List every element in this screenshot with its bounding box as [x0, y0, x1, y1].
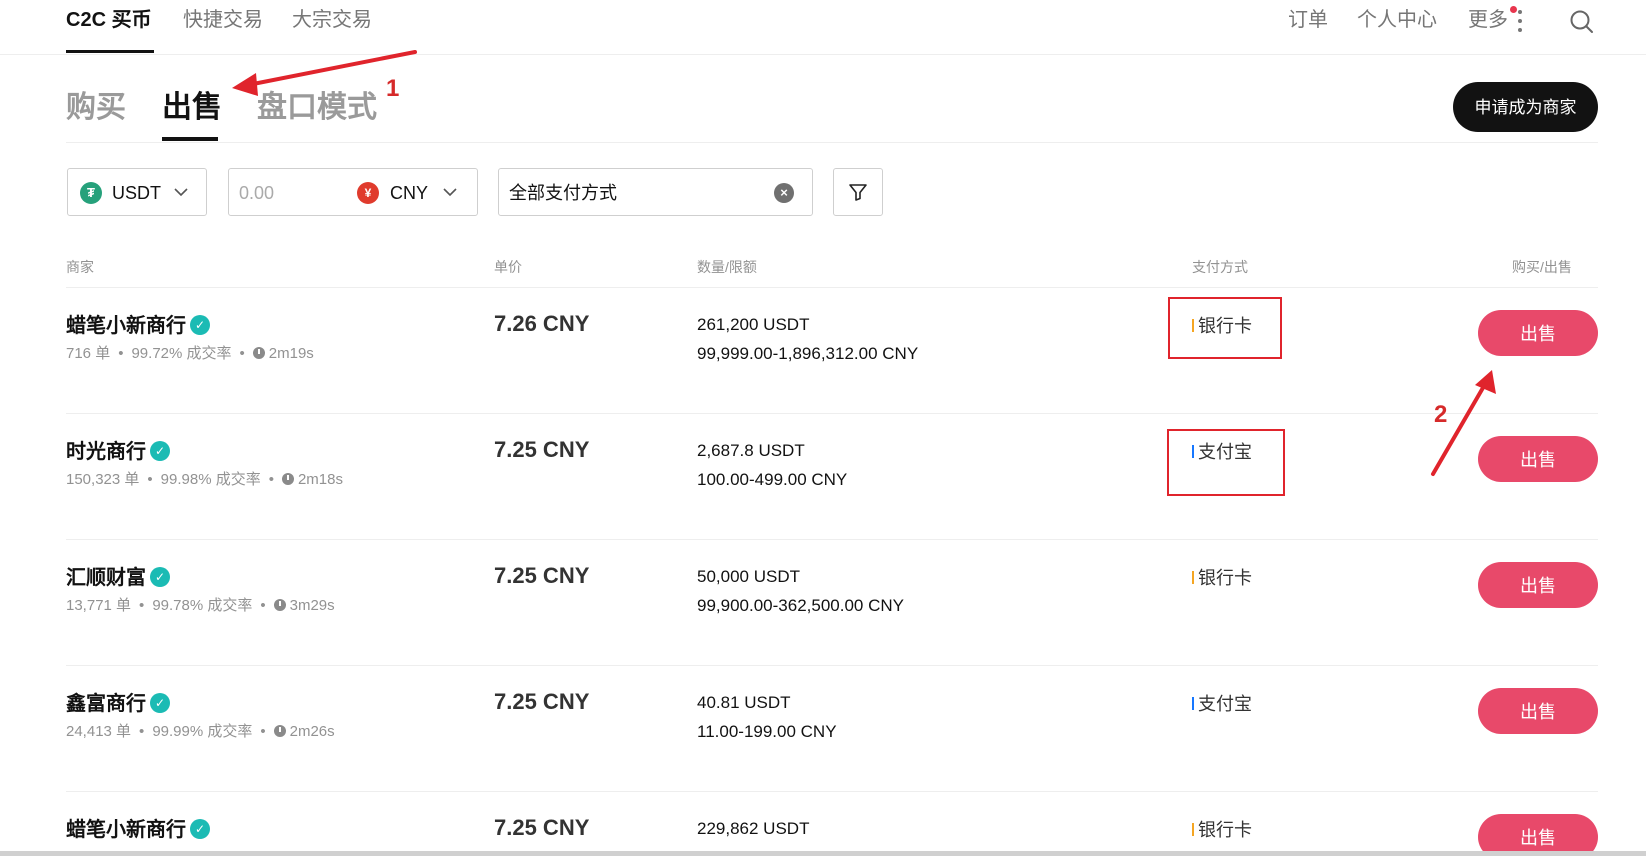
- filter-button[interactable]: [833, 168, 883, 216]
- merchant-name[interactable]: 汇顺财富: [66, 564, 170, 592]
- payment-method: 银行卡: [1192, 566, 1252, 590]
- sell-button[interactable]: 出售: [1478, 436, 1598, 482]
- clock-icon: [273, 725, 286, 737]
- nav-block-trade[interactable]: 大宗交易: [292, 8, 372, 32]
- fiat-select-value[interactable]: CNY: [390, 182, 428, 204]
- col-header-amount: 数量/限额: [697, 259, 757, 275]
- payment-method: 支付宝: [1192, 692, 1252, 716]
- nav-orders[interactable]: 订单: [1288, 8, 1328, 32]
- table-row: 蜡笔小新商行 7.25 CNY 229,862 USDT 银行卡 出售: [66, 791, 1598, 852]
- sell-button[interactable]: 出售: [1478, 814, 1598, 852]
- search-icon[interactable]: [1568, 8, 1596, 36]
- merchant-stats: 13,771 单 • 99.78% 成交率 • 3m29s: [66, 597, 335, 614]
- merchant-stats: 24,413 单 • 99.99% 成交率 • 2m26s: [66, 723, 335, 740]
- merchant-name[interactable]: 蜡笔小新商行: [66, 816, 210, 844]
- merchant-stats: 716 单 • 99.72% 成交率 • 2m19s: [66, 345, 314, 362]
- col-header-merchant: 商家: [66, 259, 94, 275]
- coin-select-value: USDT: [112, 183, 161, 203]
- unit-price: 7.25 CNY: [494, 437, 590, 462]
- verified-badge-icon: [190, 315, 210, 335]
- annotation-step-1: 1: [386, 75, 400, 102]
- payment-method-select[interactable]: 全部支付方式 ×: [498, 168, 813, 216]
- verified-badge-icon: [150, 567, 170, 587]
- merchant-name[interactable]: 时光商行: [66, 438, 170, 466]
- top-nav: C2C 买币 快捷交易 大宗交易 订单 个人中心 更多: [0, 0, 1646, 55]
- tab-active-underline: [162, 137, 218, 141]
- clock-icon: [281, 473, 294, 485]
- tab-buy[interactable]: 购买: [66, 90, 126, 126]
- nav-profile[interactable]: 个人中心: [1357, 8, 1437, 32]
- merchant-stats: 150,323 单 • 99.98% 成交率 • 2m18s: [66, 471, 343, 488]
- unit-price: 7.25 CNY: [494, 563, 590, 588]
- col-header-action: 购买/出售: [1512, 259, 1572, 275]
- verified-badge-icon: [150, 693, 170, 713]
- clock-icon: [273, 599, 286, 611]
- order-limit: 11.00-199.00 CNY: [697, 722, 837, 741]
- sell-button[interactable]: 出售: [1478, 310, 1598, 356]
- col-header-payment: 支付方式: [1192, 259, 1248, 275]
- notification-dot: [1510, 6, 1517, 13]
- table-row: 时光商行 150,323 单•99.98% 成交率•2m18s 7.25 CNY…: [66, 413, 1598, 540]
- order-limit: 100.00-499.00 CNY: [697, 470, 848, 489]
- available-quantity: 261,200 USDT: [697, 315, 810, 334]
- unit-price: 7.25 CNY: [494, 815, 590, 840]
- more-kebab-icon[interactable]: [1518, 10, 1522, 32]
- verified-badge-icon: [190, 819, 210, 839]
- order-limit: 99,900.00-362,500.00 CNY: [697, 596, 904, 615]
- nav-active-underline: [66, 50, 154, 53]
- nav-quick-trade[interactable]: 快捷交易: [183, 8, 263, 32]
- amount-placeholder: 0.00: [239, 183, 275, 203]
- table-row: 蜡笔小新商行 716 单•99.72% 成交率•2m19s 7.26 CNY 2…: [66, 287, 1598, 414]
- funnel-icon: [849, 184, 867, 201]
- nav-c2c-buy[interactable]: C2C 买币: [66, 8, 152, 32]
- order-limit: 99,999.00-1,896,312.00 CNY: [697, 344, 919, 363]
- amount-input[interactable]: 0.00 ¥ CNY: [228, 168, 478, 216]
- chevron-down-icon: [174, 188, 188, 197]
- coin-select[interactable]: ₮ USDT: [67, 168, 207, 216]
- apply-merchant-button[interactable]: 申请成为商家: [1453, 82, 1598, 132]
- annotation-highlight-box: [1168, 297, 1282, 359]
- tabs-divider: [66, 142, 1598, 143]
- tab-sell[interactable]: 出售: [162, 90, 222, 126]
- clock-icon: [252, 347, 265, 359]
- unit-price: 7.26 CNY: [494, 311, 590, 336]
- usdt-icon: ₮: [80, 182, 102, 204]
- available-quantity: 40.81 USDT: [697, 693, 791, 712]
- tab-orderbook-mode[interactable]: 盘口模式: [257, 90, 377, 126]
- cny-icon: ¥: [357, 182, 379, 204]
- available-quantity: 2,687.8 USDT: [697, 441, 805, 460]
- available-quantity: 50,000 USDT: [697, 567, 800, 586]
- unit-price: 7.25 CNY: [494, 689, 590, 714]
- nav-more[interactable]: 更多: [1468, 8, 1508, 32]
- payment-method: 银行卡: [1192, 818, 1252, 842]
- annotation-step-2: 2: [1434, 401, 1448, 428]
- table-row: 汇顺财富 13,771 单•99.78% 成交率•3m29s 7.25 CNY …: [66, 539, 1598, 666]
- verified-badge-icon: [150, 441, 170, 461]
- merchant-name[interactable]: 蜡笔小新商行: [66, 312, 210, 340]
- sell-button[interactable]: 出售: [1478, 562, 1598, 608]
- annotation-highlight-box: [1167, 429, 1285, 496]
- table-row: 鑫富商行 24,413 单•99.99% 成交率•2m26s 7.25 CNY …: [66, 665, 1598, 792]
- available-quantity: 229,862 USDT: [697, 819, 810, 838]
- col-header-price: 单价: [494, 259, 522, 275]
- merchant-name[interactable]: 鑫富商行: [66, 690, 170, 718]
- payment-method-value: 全部支付方式: [509, 183, 617, 203]
- sell-button[interactable]: 出售: [1478, 688, 1598, 734]
- chevron-down-icon[interactable]: [441, 183, 459, 201]
- clear-icon[interactable]: ×: [774, 183, 794, 203]
- bottom-scroll-edge: [0, 851, 1646, 856]
